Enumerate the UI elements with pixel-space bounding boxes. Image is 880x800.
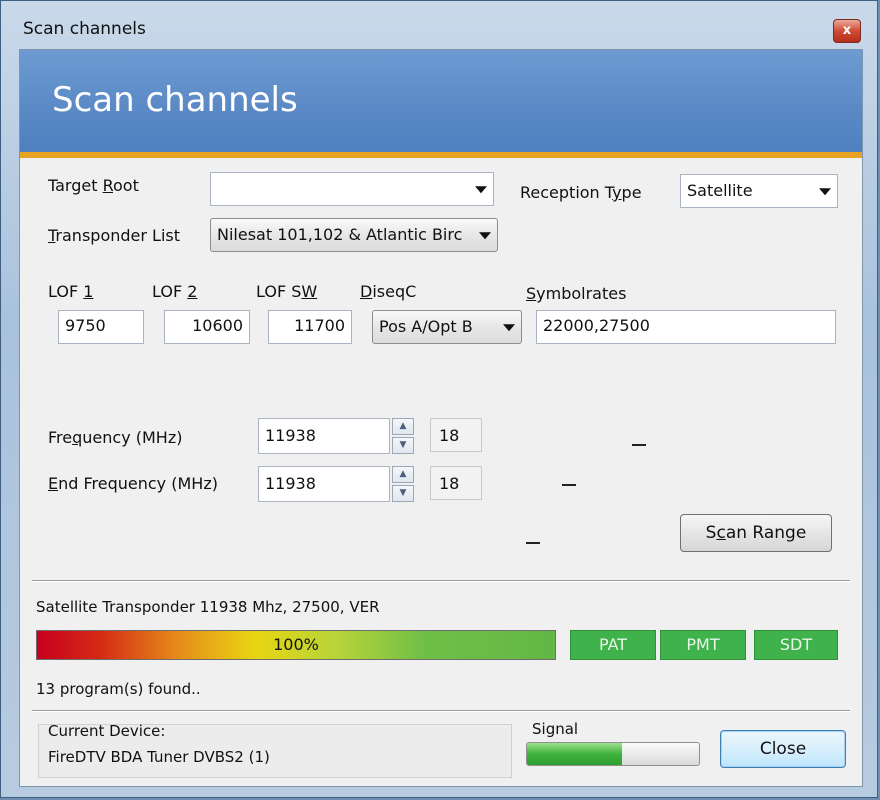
end-frequency-side-value: 18 bbox=[430, 466, 482, 500]
diseqc-value: Pos A/Opt B bbox=[379, 317, 473, 336]
signal-fill bbox=[527, 743, 622, 765]
pat-indicator: PAT bbox=[570, 630, 656, 660]
spin-down-icon[interactable]: ▼ bbox=[392, 485, 414, 502]
current-device-name: FireDTV BDA Tuner DVBS2 (1) bbox=[48, 748, 270, 766]
programs-found-text: 13 program(s) found.. bbox=[36, 680, 201, 698]
close-button[interactable]: Close bbox=[720, 730, 846, 768]
frequency-spinner[interactable]: ▲ ▼ bbox=[392, 418, 414, 456]
chevron-down-icon bbox=[479, 232, 491, 240]
transponder-list-value: Nilesat 101,102 & Atlantic Birc bbox=[217, 225, 463, 244]
diseqc-select[interactable]: Pos A/Opt B bbox=[372, 310, 522, 344]
end-frequency-input[interactable]: 11938 bbox=[258, 466, 390, 502]
signal-meter bbox=[526, 742, 700, 766]
chevron-down-icon bbox=[819, 188, 831, 196]
scan-progress-bar: 100% bbox=[36, 630, 556, 660]
current-device-label: Current Device: bbox=[48, 722, 166, 740]
close-window-icon[interactable]: x bbox=[833, 19, 861, 43]
frequency-side-value: 18 bbox=[430, 418, 482, 452]
lof1-input[interactable]: 9750 bbox=[58, 310, 144, 344]
reception-type-label: Reception Type bbox=[520, 183, 642, 202]
transponder-list-select[interactable]: Nilesat 101,102 & Atlantic Birc bbox=[210, 218, 498, 252]
dialog-frame: Scan channels x Scan channels Target Roo… bbox=[0, 0, 878, 798]
frequency-dash bbox=[632, 444, 646, 446]
title-bar[interactable]: Scan channels x bbox=[13, 11, 863, 47]
frequency-label: Frequency (MHz) bbox=[48, 428, 183, 447]
target-root-combo[interactable] bbox=[210, 172, 494, 206]
spin-up-icon[interactable]: ▲ bbox=[392, 418, 414, 435]
header-banner: Scan channels bbox=[20, 50, 862, 152]
spin-down-icon[interactable]: ▼ bbox=[392, 437, 414, 454]
chevron-down-icon bbox=[503, 324, 515, 332]
separator bbox=[32, 580, 850, 582]
progress-label: 100% bbox=[273, 635, 319, 654]
spin-up-icon[interactable]: ▲ bbox=[392, 466, 414, 483]
banner-divider bbox=[20, 152, 862, 158]
chevron-down-icon bbox=[475, 186, 487, 194]
reception-type-value: Satellite bbox=[687, 181, 753, 200]
diseqc-label: DiseqC bbox=[360, 282, 417, 301]
lof1-label: LOF 1 bbox=[48, 282, 94, 301]
lofsw-input[interactable]: 11700 bbox=[268, 310, 352, 344]
lof2-input[interactable]: 10600 bbox=[164, 310, 250, 344]
banner-title: Scan channels bbox=[52, 80, 298, 120]
transponder-list-label: Transponder List bbox=[48, 226, 180, 245]
reception-type-select[interactable]: Satellite bbox=[680, 174, 838, 208]
transponder-status-text: Satellite Transponder 11938 Mhz, 27500, … bbox=[36, 598, 380, 616]
pmt-indicator: PMT bbox=[660, 630, 746, 660]
window-title: Scan channels bbox=[23, 19, 146, 39]
end-frequency-dash bbox=[562, 484, 576, 486]
target-root-label: Target Root bbox=[48, 176, 139, 195]
range-dash bbox=[526, 542, 540, 544]
lofsw-label: LOF SW bbox=[256, 282, 318, 301]
sdt-indicator: SDT bbox=[754, 630, 838, 660]
dialog-client: Scan channels Target Root Reception Type… bbox=[19, 49, 863, 787]
lof2-label: LOF 2 bbox=[152, 282, 198, 301]
separator bbox=[32, 710, 850, 712]
scan-range-button[interactable]: Scan Range bbox=[680, 514, 832, 552]
end-frequency-label: End Frequency (MHz) bbox=[48, 474, 218, 493]
end-frequency-spinner[interactable]: ▲ ▼ bbox=[392, 466, 414, 504]
symbolrates-input[interactable]: 22000,27500 bbox=[536, 310, 836, 344]
symbolrates-label: Symbolrates bbox=[526, 284, 627, 303]
signal-label: Signal bbox=[532, 720, 579, 738]
frequency-input[interactable]: 11938 bbox=[258, 418, 390, 454]
